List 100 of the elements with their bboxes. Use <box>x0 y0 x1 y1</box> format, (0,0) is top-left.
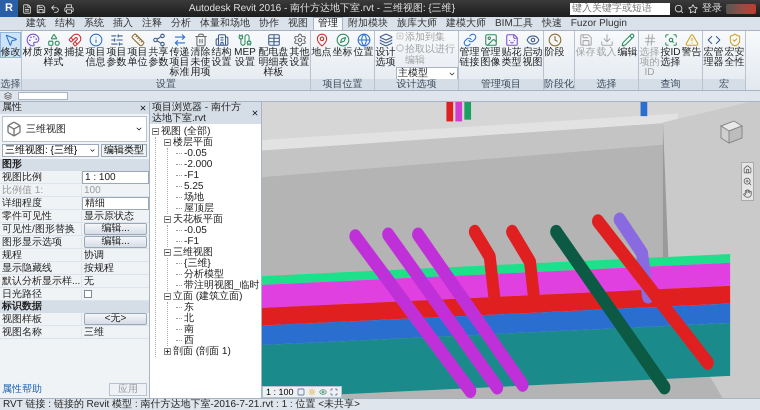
ribbon-button[interactable]: 材质 <box>22 32 43 58</box>
property-edit-button[interactable]: <无> <box>84 313 147 325</box>
property-group-header[interactable]: 标识数据 <box>0 301 149 313</box>
expand-toggle[interactable] <box>164 139 171 146</box>
tree-item[interactable]: -2.000 <box>184 159 212 170</box>
expand-toggle[interactable] <box>152 128 159 135</box>
crop-icon[interactable] <box>330 388 338 396</box>
ribbon-button[interactable]: 编辑 <box>617 32 638 58</box>
ribbon-tab[interactable]: Fuzor Plugin <box>566 18 631 30</box>
tree-item[interactable]: 东 <box>184 302 194 313</box>
tree-item[interactable]: 屋顶层 <box>184 203 214 214</box>
tree-item[interactable]: 剖面 (剖面 1) <box>173 346 231 357</box>
star-icon[interactable] <box>688 4 698 14</box>
expand-toggle[interactable] <box>164 348 171 355</box>
ribbon-button[interactable]: 警告 <box>681 32 702 58</box>
ribbon-tab[interactable]: 分析 <box>167 18 195 30</box>
checkbox[interactable] <box>84 290 92 298</box>
ribbon-tab[interactable]: 建筑 <box>22 18 50 30</box>
ribbon-tab[interactable]: 体量和场地 <box>196 18 254 30</box>
navigation-bar[interactable] <box>741 162 754 201</box>
ribbon-tab[interactable]: 协作 <box>255 18 283 30</box>
property-field[interactable]: 精细 <box>82 196 149 210</box>
ribbon-button[interactable]: 修改 <box>0 32 21 58</box>
ribbon-tab[interactable]: 注释 <box>138 18 166 30</box>
ribbon-button[interactable]: 按ID选择 <box>660 32 681 68</box>
ribbon-button[interactable]: 阶段 <box>544 32 565 58</box>
tree-item[interactable]: 南 <box>184 324 194 335</box>
tree-item[interactable]: -0.05 <box>184 225 207 236</box>
ribbon-button[interactable]: 共享参数 <box>148 32 169 68</box>
ribbon-button[interactable]: 配电盘明细表样板 <box>258 32 289 78</box>
property-edit-button[interactable]: 编辑... <box>84 236 147 248</box>
save-icon[interactable] <box>36 4 46 14</box>
ribbon-button[interactable]: 宏管理器 <box>703 32 724 68</box>
property-field[interactable]: 1 : 100 <box>82 170 149 184</box>
ribbon-tab[interactable]: 建模大师 <box>442 18 490 30</box>
tree-item[interactable]: 立面 (建筑立面) <box>173 291 242 302</box>
property-edit-button[interactable]: 编辑... <box>84 223 147 235</box>
ribbon-button[interactable]: 管理图像 <box>480 32 501 68</box>
ribbon-tab[interactable]: 插入 <box>109 18 137 30</box>
ribbon-button[interactable]: 宏安全性 <box>724 32 745 68</box>
tree-item[interactable]: 视图 (全部) <box>161 126 210 137</box>
ribbon-button[interactable]: 地点 <box>311 32 332 58</box>
ribbon-button[interactable]: 捕捉 <box>64 32 85 58</box>
tree-item[interactable]: 场地 <box>184 192 204 203</box>
sign-in-link[interactable]: 登录 <box>702 2 722 14</box>
tree-item[interactable]: -0.05 <box>184 148 207 159</box>
ribbon-button[interactable]: 启动视图 <box>522 32 543 68</box>
tree-item[interactable]: 带注明视图_临时 <box>184 280 260 291</box>
ribbon-tab[interactable]: 快速 <box>538 18 566 30</box>
ribbon-button[interactable]: MEP设置 <box>232 32 258 68</box>
zoom-icon[interactable] <box>743 177 752 186</box>
app-button[interactable]: R <box>0 0 18 17</box>
ribbon-button[interactable]: 清除未使用项 <box>190 32 211 78</box>
hand-icon[interactable] <box>743 189 752 198</box>
layers-icon[interactable] <box>4 92 12 100</box>
eye-icon[interactable] <box>318 388 327 396</box>
tree-item[interactable]: 天花板平面 <box>173 214 223 225</box>
edit-type-button[interactable]: 编辑类型 <box>101 144 147 157</box>
ribbon-button[interactable]: 项目单位 <box>127 32 148 68</box>
expand-toggle[interactable] <box>164 293 171 300</box>
ribbon-button[interactable]: 位置 <box>353 32 374 58</box>
ribbon-button[interactable]: 设计选项 <box>375 32 396 68</box>
tree-item[interactable]: -F1 <box>184 236 199 247</box>
printer-icon[interactable] <box>64 4 74 14</box>
ribbon-tab[interactable]: 系统 <box>80 18 108 30</box>
ribbon-button[interactable]: 传递项目标准 <box>169 32 190 78</box>
ribbon-tab[interactable]: 族库大师 <box>393 18 441 30</box>
ribbon-tab[interactable]: BIM工具 <box>491 18 537 30</box>
tree-item[interactable]: 楼层平面 <box>173 137 213 148</box>
ribbon-tab[interactable]: 管理 <box>313 17 343 30</box>
ribbon-button[interactable]: 管理链接 <box>459 32 480 68</box>
search-icon[interactable] <box>674 4 684 14</box>
tree-item[interactable]: {三维} <box>184 258 211 269</box>
ribbon-button[interactable]: 结构设置 <box>211 32 232 68</box>
ribbon-button[interactable]: 项目信息 <box>85 32 106 68</box>
tree-item[interactable]: 北 <box>184 313 194 324</box>
property-group-header[interactable]: 图形 <box>0 159 149 171</box>
view-selector[interactable]: 三维视图: {三维} <box>2 144 99 157</box>
document-icon[interactable] <box>22 4 32 14</box>
ribbon-button[interactable]: 其他设置 <box>289 32 310 68</box>
tree-item[interactable]: 三维视图 <box>173 247 213 258</box>
expand-toggle[interactable] <box>164 249 171 256</box>
tree-item[interactable]: 5.25 <box>184 181 204 192</box>
ribbon-tab[interactable]: 视图 <box>284 18 312 30</box>
help-link[interactable]: 属性帮助 <box>2 384 42 395</box>
square-icon[interactable] <box>296 388 305 396</box>
ribbon-button[interactable]: 贴花类型 <box>501 32 522 68</box>
tree-item[interactable]: 分析模型 <box>184 269 224 280</box>
ribbon-button[interactable]: 对象样式 <box>43 32 64 68</box>
ribbon-button[interactable]: 坐标 <box>332 32 353 58</box>
ribbon-tab[interactable]: 附加模块 <box>344 18 392 30</box>
home-icon[interactable] <box>743 165 752 174</box>
tree-item[interactable]: -F1 <box>184 170 199 181</box>
close-icon[interactable] <box>251 109 259 117</box>
close-icon[interactable] <box>139 104 147 112</box>
tree-item[interactable]: 西 <box>184 335 194 346</box>
dropdown-field[interactable] <box>18 92 68 100</box>
ribbon-button[interactable]: 项目参数 <box>106 32 127 68</box>
design-option-dropdown[interactable]: 主模型 <box>396 67 458 80</box>
view-scale[interactable]: 1 : 100 <box>266 387 294 397</box>
